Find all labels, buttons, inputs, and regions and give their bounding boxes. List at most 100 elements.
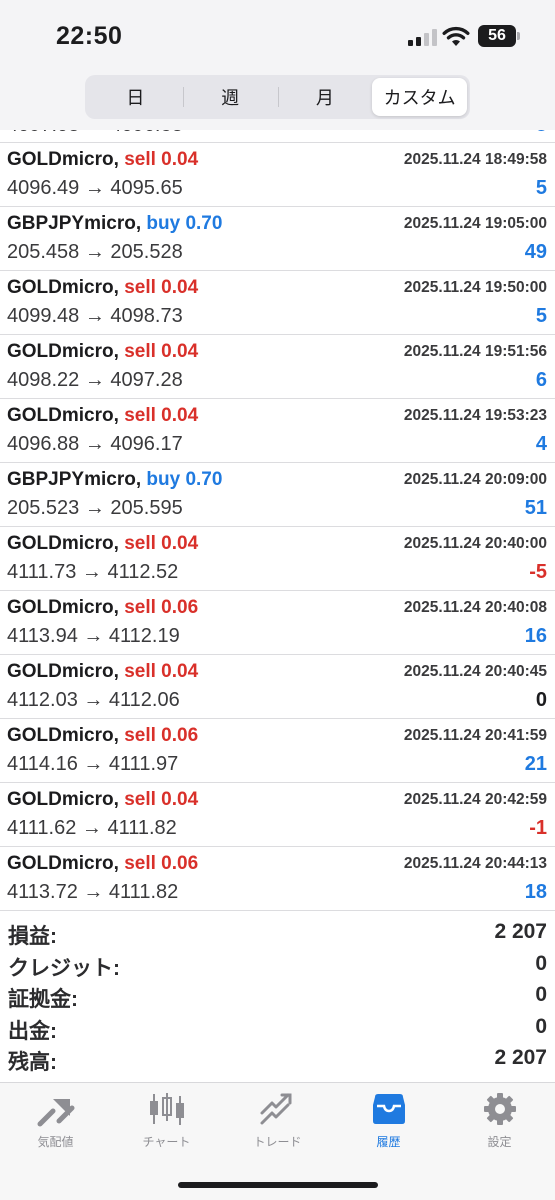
deal-side: sell 0.04 — [124, 341, 199, 362]
list-item[interactable]: GOLDmicro, sell 0.04 2025.11.24 20:42:59 4… — [0, 783, 555, 847]
tab-history[interactable]: 履歴 — [333, 1091, 444, 1150]
list-item[interactable]: GOLDmicro, sell 0.04 2025.11.24 20:40:45 4… — [0, 655, 555, 719]
deal-profit: 5 — [535, 305, 547, 327]
history-icon — [372, 1094, 405, 1124]
list-item[interactable]: GOLDmicro, sell 0.06 2025.11.24 20:44:13 4… — [0, 847, 555, 911]
deal-time: 2025.11.24 20:40:00 — [403, 535, 547, 552]
symbol-name: GOLDmicro, — [7, 725, 119, 746]
list-item[interactable]: GOLDmicro, sell 0.04 2025.11.24 19:51:56 4… — [0, 335, 555, 399]
list-item[interactable]: GOLDmicro, sell 0.04 2025.11.24 19:50:00 4… — [0, 271, 555, 335]
deal-side: sell 0.06 — [124, 597, 199, 618]
summary-credit-row: クレジット: 0 — [0, 950, 555, 982]
deal-symbol: GOLDmicro, sell 0.06 — [7, 853, 198, 875]
deal-prices: 4112.03 → 4112.06 — [7, 689, 180, 711]
symbol-name: GOLDmicro, — [7, 277, 119, 298]
deal-profit: -1 — [529, 817, 547, 839]
deal-time: 2025.11.24 19:05:00 — [403, 215, 547, 232]
deal-profit: 0 — [535, 689, 547, 711]
tab-label: トレード — [253, 1135, 302, 1149]
summary-withdrawal-row: 出金: 0 — [0, 1013, 555, 1045]
deal-symbol: GOLDmicro, sell 0.04 — [7, 149, 198, 171]
header: 22:50 56 日 週 月 カスタム — [0, 0, 555, 130]
deal-side: sell 0.04 — [124, 405, 199, 426]
deal-prices: 205.458 → 205.528 — [7, 241, 183, 263]
list-item[interactable]: GOLDmicro, sell 0.04 2025.11.24 20:40:00 4… — [0, 527, 555, 591]
deal-side: sell 0.04 — [124, 789, 199, 810]
home-indicator — [178, 1182, 378, 1188]
deal-prices: 4099.48 → 4098.73 — [7, 305, 183, 327]
deal-profit: -5 — [529, 561, 547, 583]
summary-value: 0 — [535, 951, 547, 975]
list-item[interactable]: GOLDmicro, sell 0.06 2025.11.24 20:41:59 4… — [0, 719, 555, 783]
deal-time: 2025.11.24 20:42:59 — [403, 791, 547, 808]
deal-symbol: GOLDmicro, sell 0.04 — [7, 533, 198, 555]
period-segmented-control: 日 週 月 カスタム — [85, 75, 470, 119]
cellular-signal-icon — [408, 28, 437, 46]
deal-time: 2025.11.24 20:40:45 — [403, 663, 547, 680]
symbol-name: GOLDmicro, — [7, 149, 119, 170]
symbol-name: GOLDmicro, — [7, 853, 119, 874]
deal-profit: 5 — [535, 177, 547, 199]
tab-custom[interactable]: カスタム — [372, 78, 467, 116]
deal-side: sell 0.06 — [124, 853, 199, 874]
list-item[interactable]: GOLDmicro, sell 0.04 2025.11.24 18:49:58 4… — [0, 143, 555, 207]
deal-prices: 4114.16 → 4111.97 — [7, 753, 179, 775]
tab-week[interactable]: 週 — [182, 78, 278, 116]
deal-symbol: GOLDmicro, sell 0.04 — [7, 405, 198, 427]
deal-profit: 21 — [524, 753, 547, 775]
list-item[interactable]: GBPJPYmicro, buy 0.70 2025.11.24 20:09:00… — [0, 463, 555, 527]
deal-profit: 49 — [524, 241, 547, 263]
deal-side: sell 0.04 — [124, 533, 199, 554]
deal-profit: 18 — [524, 881, 547, 903]
deal-prices: 4111.73 → 4112.52 — [7, 561, 179, 583]
tab-trade[interactable]: トレード — [222, 1091, 333, 1150]
settings-icon — [483, 1093, 516, 1125]
tab-month[interactable]: 月 — [277, 78, 373, 116]
tab-label: チャート — [142, 1135, 191, 1149]
list-item[interactable]: GOLDmicro, sell 0.04 2025.11.24 19:53:23 4… — [0, 399, 555, 463]
deal-side: sell 0.04 — [124, 149, 199, 170]
quotes-icon — [37, 1099, 74, 1127]
list-item[interactable]: GBPJPYmicro, buy 0.70 2025.11.24 19:05:00… — [0, 207, 555, 271]
tab-settings[interactable]: 設定 — [444, 1091, 555, 1150]
wifi-icon — [442, 26, 470, 46]
deal-profit: 4 — [535, 433, 547, 455]
deal-prices: 4096.49 → 4095.65 — [7, 177, 183, 199]
tab-label: 設定 — [487, 1135, 512, 1149]
deal-time: 2025.11.24 18:49:58 — [403, 151, 547, 168]
deal-list[interactable]: 4097.03 → 4096.83 3 GOLDmicro, sell 0.04… — [0, 80, 555, 911]
symbol-name: GOLDmicro, — [7, 661, 119, 682]
deal-symbol: GOLDmicro, sell 0.04 — [7, 341, 198, 363]
tab-chart[interactable]: チャート — [111, 1091, 222, 1150]
trade-icon — [260, 1093, 291, 1125]
tab-day[interactable]: 日 — [88, 78, 183, 116]
deal-side: buy 0.70 — [146, 213, 223, 234]
list-item[interactable]: GOLDmicro, sell 0.06 2025.11.24 20:40:08 4… — [0, 591, 555, 655]
symbol-name: GBPJPYmicro, — [7, 213, 142, 234]
summary-value: 0 — [535, 1014, 547, 1038]
symbol-name: GOLDmicro, — [7, 789, 119, 810]
summary-label: 出金: — [8, 1019, 57, 1043]
deal-side: buy 0.70 — [146, 469, 223, 490]
tab-label: 履歴 — [376, 1135, 401, 1149]
summary-label: 残高: — [8, 1051, 57, 1074]
tab-quotes[interactable]: 気配値 — [0, 1091, 111, 1150]
deal-symbol: GOLDmicro, sell 0.04 — [7, 789, 198, 811]
summary-profit-row: 損益: 2 207 — [0, 918, 555, 950]
deal-prices: 4113.72 → 4111.82 — [7, 881, 179, 903]
deal-symbol: GOLDmicro, sell 0.04 — [7, 277, 198, 299]
summary-margin-row: 証拠金: 0 — [0, 981, 555, 1013]
deal-symbol: GOLDmicro, sell 0.06 — [7, 597, 198, 619]
summary-value: 0 — [535, 983, 547, 1006]
summary-label: 損益: — [8, 925, 57, 948]
account-summary: 損益: 2 207 クレジット: 0 証拠金: 0 出金: 0 残高: 2 20… — [0, 918, 555, 1076]
deal-side: sell 0.06 — [124, 725, 199, 746]
summary-value: 2 207 — [494, 920, 547, 943]
status-time: 22:50 — [56, 22, 123, 50]
deal-side: sell 0.04 — [124, 277, 199, 298]
deal-time: 2025.11.24 20:40:08 — [403, 599, 547, 616]
symbol-name: GOLDmicro, — [7, 533, 119, 554]
deal-prices: 4096.88 → 4096.17 — [7, 433, 183, 455]
deal-symbol: GOLDmicro, sell 0.06 — [7, 725, 198, 747]
deal-symbol: GBPJPYmicro, buy 0.70 — [7, 469, 222, 491]
